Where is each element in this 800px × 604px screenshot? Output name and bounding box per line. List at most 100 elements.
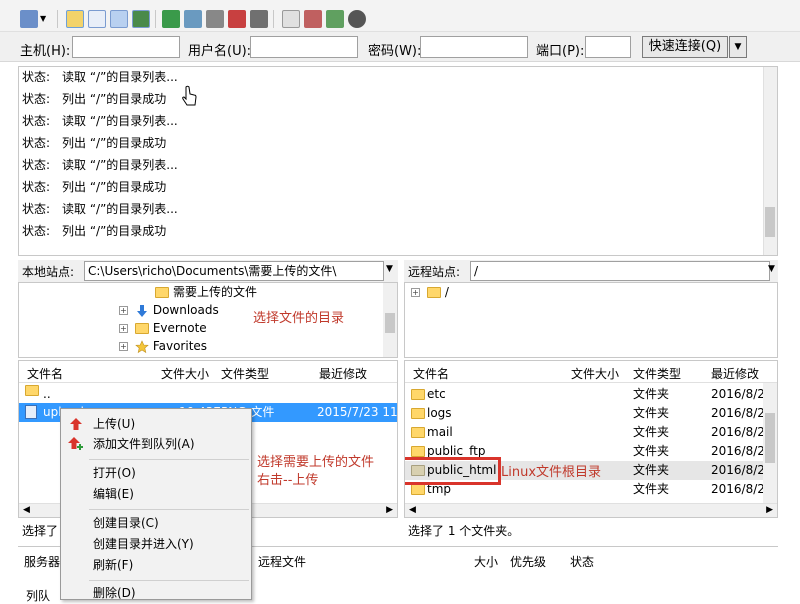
log-entry: 状态: 读取 “/”的目录列表... [22, 67, 178, 87]
toggle-log-icon[interactable] [66, 10, 84, 28]
file-type: 文件夹 [633, 425, 670, 439]
remote-vscrollbar[interactable] [763, 383, 777, 503]
scroll-right-icon[interactable]: ▶ [766, 505, 773, 515]
log-entry-text: 列出 “/”的目录成功 [62, 224, 167, 238]
col-size[interactable]: 文件大小 [161, 365, 209, 382]
remote-tree: + / [404, 282, 778, 358]
highlight-box [405, 457, 501, 485]
col-name[interactable]: 文件名 [413, 365, 449, 382]
compare-icon[interactable] [304, 10, 322, 28]
port-label: 端口(P): [536, 44, 585, 59]
expand-icon[interactable]: + [119, 324, 128, 333]
quickconnect-button[interactable]: 快速连接(Q) [642, 36, 728, 58]
file-row[interactable]: .. [19, 385, 397, 404]
expand-icon[interactable]: + [119, 342, 128, 351]
remote-path-input[interactable]: / [470, 261, 770, 281]
log-scroll-thumb[interactable] [765, 207, 775, 237]
menu-item-delete[interactable]: 删除(D) [61, 582, 251, 604]
file-row[interactable]: logs 文件夹 2016/8/28 [405, 404, 777, 423]
log-entry-label: 状态: [22, 136, 51, 150]
upload-arrow-icon [70, 418, 82, 430]
log-entry: 状态: 读取 “/”的目录列表... [22, 111, 178, 131]
local-path-input[interactable]: C:\Users\richo\Documents\需要上传的文件\ [84, 261, 384, 281]
log-entry-label: 状态: [22, 114, 51, 128]
remote-site-bar: 远程站点: / ▼ [404, 260, 778, 282]
host-input[interactable] [72, 36, 180, 58]
disconnect-icon[interactable] [228, 10, 246, 28]
scroll-left-icon[interactable]: ◀ [409, 505, 416, 515]
col-type[interactable]: 文件类型 [633, 365, 681, 382]
menu-item-open[interactable]: 打开(O) [61, 462, 251, 484]
file-row[interactable]: mail 文件夹 2016/8/28 [405, 423, 777, 442]
file-name: .. [43, 387, 51, 401]
col-type[interactable]: 文件类型 [221, 365, 269, 382]
log-entry-label: 状态: [22, 158, 51, 172]
tree-item[interactable]: + / [411, 283, 449, 301]
sync-browse-icon[interactable] [326, 10, 344, 28]
toolbar-separator [273, 10, 274, 28]
password-input[interactable] [420, 36, 528, 58]
queue-col-size[interactable]: 大小 [474, 553, 498, 570]
tree-item[interactable]: + Downloads [119, 301, 219, 319]
scroll-left-icon[interactable]: ◀ [23, 505, 30, 515]
toggle-tree-icon[interactable] [88, 10, 106, 28]
scroll-thumb[interactable] [765, 413, 775, 463]
col-modified[interactable]: 最近修改 [711, 365, 759, 382]
expand-icon[interactable]: + [119, 306, 128, 315]
queue-col-remote[interactable]: 远程文件 [258, 553, 306, 570]
log-scrollbar[interactable] [763, 67, 777, 255]
reconnect-icon[interactable] [250, 10, 268, 28]
search-icon[interactable] [348, 10, 366, 28]
file-row[interactable]: etc 文件夹 2016/8/28 [405, 385, 777, 404]
menu-item-label: 删除(D) [93, 586, 136, 600]
log-entry-label: 状态: [22, 202, 51, 216]
menu-item-refresh[interactable]: 刷新(F) [61, 554, 251, 576]
cancel-icon[interactable] [206, 10, 224, 28]
user-input[interactable] [250, 36, 358, 58]
toggle-remote-tree-icon[interactable] [110, 10, 128, 28]
tree-item[interactable]: 需要上传的文件 [155, 283, 257, 301]
menu-item-add-to-queue[interactable]: 添加文件到队列(A) [61, 433, 251, 455]
file-type: 文件夹 [633, 406, 670, 420]
toolbar-separator [57, 10, 58, 28]
quickconnect-dropdown-icon[interactable]: ▼ [729, 36, 747, 58]
log-entry-label: 状态: [22, 224, 51, 238]
expand-icon[interactable]: + [411, 288, 420, 297]
local-tree-scrollbar[interactable] [383, 283, 397, 357]
col-modified[interactable]: 最近修改 [319, 365, 367, 382]
col-name[interactable]: 文件名 [27, 365, 63, 382]
remote-hscrollbar[interactable]: ◀ ▶ [405, 503, 777, 517]
scroll-thumb[interactable] [385, 313, 395, 333]
site-manager-icon[interactable] [20, 10, 38, 28]
scroll-right-icon[interactable]: ▶ [386, 505, 393, 515]
tree-item[interactable]: + Favorites [119, 337, 207, 355]
menu-item-create-dir-enter[interactable]: 创建目录并进入(Y) [61, 533, 251, 555]
local-path-dropdown-icon[interactable]: ▼ [386, 264, 393, 274]
menu-item-edit[interactable]: 编辑(E) [61, 483, 251, 505]
local-tree: 需要上传的文件 + Downloads + Evernote + Favorit… [18, 282, 398, 358]
process-queue-icon[interactable] [184, 10, 202, 28]
queue-tab[interactable]: 列队 [26, 587, 50, 604]
highlight-annotation: Linux文件根目录 [501, 465, 602, 480]
user-label: 用户名(U): [188, 44, 252, 59]
queue-col-priority[interactable]: 优先级 [510, 553, 546, 570]
toggle-queue-icon[interactable] [132, 10, 150, 28]
menu-separator [89, 580, 249, 581]
file-annotation-line2: 右击--上传 [257, 473, 319, 488]
port-input[interactable] [585, 36, 631, 58]
refresh-icon[interactable] [162, 10, 180, 28]
remote-path-dropdown-icon[interactable]: ▼ [768, 264, 775, 274]
tree-item[interactable]: + Evernote [119, 319, 207, 337]
queue-col-server[interactable]: 服务器 [24, 553, 60, 570]
col-size[interactable]: 文件大小 [571, 365, 619, 382]
queue-col-status[interactable]: 状态 [570, 553, 594, 570]
dropdown-icon[interactable]: ▼ [40, 10, 50, 28]
toolbar: ▼ [0, 6, 800, 32]
log-entry-text: 读取 “/”的目录列表... [62, 114, 178, 128]
log-entry-label: 状态: [22, 180, 51, 194]
filter-icon[interactable] [282, 10, 300, 28]
menu-item-create-dir[interactable]: 创建目录(C) [61, 512, 251, 534]
host-label: 主机(H): [20, 44, 71, 59]
menu-item-upload[interactable]: 上传(U) [61, 413, 251, 435]
tree-annotation: 选择文件的目录 [253, 311, 345, 326]
